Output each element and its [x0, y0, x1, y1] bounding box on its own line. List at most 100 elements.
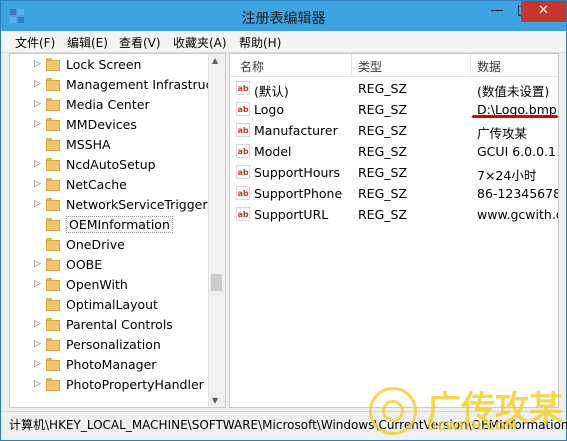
tree-item-label: NetCache	[66, 176, 127, 192]
value-data: 86-1234567890	[477, 186, 558, 201]
expand-arrow-icon[interactable]: ▷	[34, 179, 46, 189]
tree-item[interactable]: ▷ OpenWith	[34, 274, 128, 294]
value-row[interactable]: ab SupportHours REG_SZ 7×24小时	[230, 162, 558, 183]
folder-icon	[46, 257, 60, 271]
expand-arrow-icon[interactable]: ▷	[34, 79, 46, 89]
value-type: REG_SZ	[358, 165, 408, 180]
tree-item-label: NetworkServiceTriggers	[66, 196, 215, 212]
value-name: Model	[254, 144, 292, 159]
tree-item[interactable]: ▷ Parental Controls	[34, 314, 173, 334]
menu-view[interactable]: 查看(V)	[119, 34, 161, 51]
close-button[interactable]: ✕	[521, 1, 566, 22]
value-row[interactable]: ab Model REG_SZ GCUI 6.0.0.1	[230, 141, 558, 161]
string-value-icon: ab	[236, 102, 250, 116]
folder-icon	[46, 377, 60, 391]
tree-item[interactable]: ▷ NetworkServiceTriggers	[34, 194, 214, 214]
tree-item-label: Management Infrastruct	[66, 76, 218, 92]
watermark-url: GCWITH.COM	[427, 419, 518, 433]
value-row[interactable]: ab (默认) REG_SZ (数值未设置)	[230, 78, 558, 99]
tree-item[interactable]: OEMInformation	[34, 214, 173, 234]
value-row[interactable]: ab SupportURL REG_SZ www.gcwith.com	[230, 204, 558, 224]
scroll-down-arrow-icon[interactable]: ▼	[212, 396, 218, 405]
tree-item-label: OOBE	[66, 256, 103, 272]
expand-arrow-icon[interactable]: ▷	[34, 259, 46, 269]
tree-item-label: PhotoManager	[66, 356, 157, 372]
expand-arrow-icon[interactable]: ▷	[34, 279, 46, 289]
column-separator[interactable]	[351, 54, 352, 75]
tree-item[interactable]: ▷ NcdAutoSetup	[34, 154, 156, 174]
tree-item-label: NcdAutoSetup	[66, 156, 156, 172]
folder-icon	[46, 237, 60, 251]
tree-item[interactable]: ▷ PhotoPropertyHandler	[34, 374, 204, 394]
expand-arrow-icon[interactable]: ▷	[34, 159, 46, 169]
menu-file[interactable]: 文件(F)	[15, 34, 55, 51]
tree-item-label: MSSHA	[66, 136, 111, 152]
value-row[interactable]: ab Manufacturer REG_SZ 广传攻某	[230, 120, 558, 141]
expand-arrow-icon[interactable]: ▷	[34, 59, 46, 69]
folder-icon	[46, 337, 60, 351]
expand-arrow-icon[interactable]: ▷	[34, 99, 46, 109]
tree-item[interactable]: OneDrive	[34, 234, 125, 254]
watermark-logo-icon	[369, 387, 417, 435]
string-value-icon: ab	[236, 81, 250, 95]
menu-edit[interactable]: 编辑(E)	[67, 34, 108, 51]
tree-item[interactable]: ▷ OOBE	[34, 254, 102, 274]
value-type: REG_SZ	[358, 207, 408, 222]
expand-arrow-icon[interactable]: ▷	[34, 339, 46, 349]
tree-item[interactable]: OptimalLayout	[34, 294, 158, 314]
folder-icon	[46, 317, 60, 331]
folder-icon	[46, 277, 60, 291]
column-data[interactable]: 数据	[477, 58, 501, 75]
value-row[interactable]: ab SupportPhone REG_SZ 86-1234567890	[230, 183, 558, 203]
string-value-icon: ab	[236, 207, 250, 221]
expand-arrow-icon[interactable]: ▷	[34, 199, 46, 209]
tree-item[interactable]: ▷ Management Infrastruct	[34, 74, 217, 94]
folder-icon	[46, 97, 60, 111]
title-bar[interactable]: 注册表编辑器 — □ ✕	[1, 1, 566, 31]
key-tree-pane[interactable]: ▷ Lock Screen ▷ Management Infrastruct ▷ Medi…	[9, 53, 226, 408]
column-separator[interactable]	[470, 54, 471, 75]
tree-item-label: Parental Controls	[66, 316, 173, 332]
value-name: Manufacturer	[254, 123, 338, 138]
folder-icon	[46, 357, 60, 371]
tree-item-label: PhotoPropertyHandler	[66, 376, 204, 392]
logo-highlight-underline	[472, 115, 558, 118]
values-pane[interactable]: 名称 类型 数据 ab (默认) REG_SZ (数值未设置) ab Logo REG_SZ…	[229, 53, 559, 408]
minimize-button[interactable]: —	[483, 1, 511, 22]
tree-scrollbar[interactable]: ▲ ▼	[208, 54, 225, 407]
value-data: 7×24小时	[477, 168, 537, 183]
tree-item[interactable]: ▷ Lock Screen	[34, 54, 141, 74]
value-data: 广传攻某	[477, 126, 528, 141]
expand-arrow-icon[interactable]: ▷	[34, 319, 46, 329]
window-title: 注册表编辑器	[241, 11, 326, 27]
tree-item[interactable]: ▷ Media Center	[34, 94, 150, 114]
folder-icon	[46, 197, 60, 211]
values-header: 名称 类型 数据	[230, 54, 558, 77]
column-name[interactable]: 名称	[240, 58, 264, 75]
folder-icon	[46, 217, 60, 231]
tree-item[interactable]: MSSHA	[34, 134, 111, 154]
string-value-icon: ab	[236, 165, 250, 179]
value-data: www.gcwith.com	[477, 207, 558, 222]
expand-arrow-icon[interactable]: ▷	[34, 119, 46, 129]
tree-item[interactable]: ▷ Personalization	[34, 334, 161, 354]
tree-item[interactable]: ▷ PhotoManager	[34, 354, 156, 374]
scroll-thumb[interactable]	[211, 274, 222, 291]
tree-item-label: Lock Screen	[66, 56, 142, 72]
folder-icon	[46, 157, 60, 171]
menu-help[interactable]: 帮助(H)	[239, 34, 281, 51]
tree-item[interactable]: ▷ NetCache	[34, 174, 127, 194]
value-type: REG_SZ	[358, 144, 408, 159]
string-value-icon: ab	[236, 186, 250, 200]
expand-arrow-icon[interactable]: ▷	[34, 359, 46, 369]
expand-arrow-icon[interactable]: ▷	[34, 379, 46, 389]
string-value-icon: ab	[236, 123, 250, 137]
tree-item-label: OEMInformation	[66, 215, 173, 233]
column-type[interactable]: 类型	[358, 58, 382, 75]
menu-favorites[interactable]: 收藏夹(A)	[173, 34, 227, 51]
value-name: SupportURL	[254, 207, 329, 222]
folder-icon	[46, 177, 60, 191]
scroll-up-arrow-icon[interactable]: ▲	[212, 56, 218, 65]
value-type: REG_SZ	[358, 81, 408, 96]
tree-item[interactable]: ▷ MMDevices	[34, 114, 137, 134]
